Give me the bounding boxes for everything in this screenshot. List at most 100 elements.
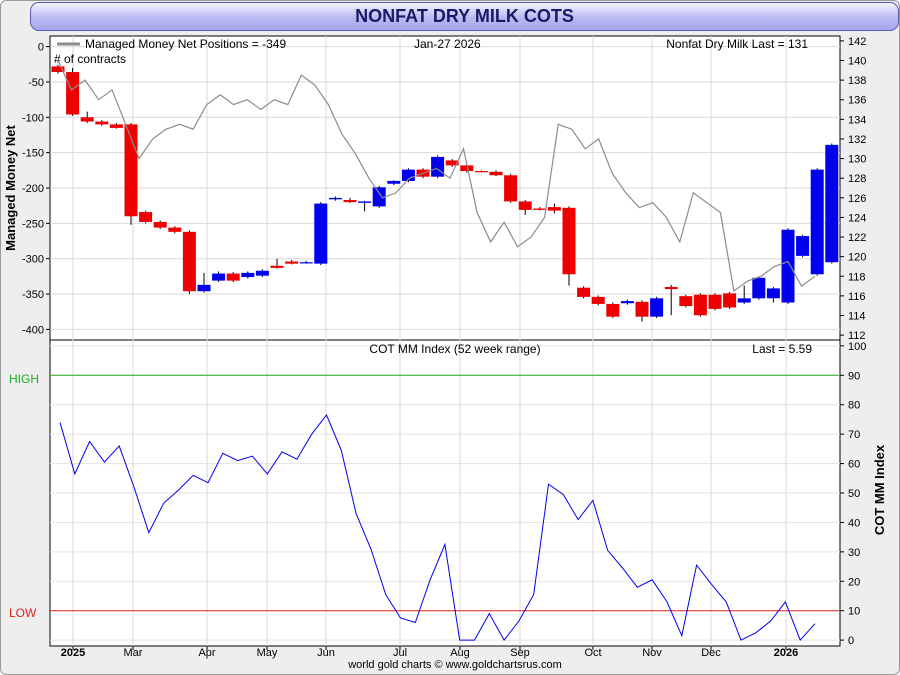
candle-body (197, 284, 211, 292)
y2-tick-label: 134 (848, 114, 866, 126)
y2-tick-label: 122 (848, 232, 866, 244)
x-tick-label: Jun (317, 647, 335, 659)
y2-tick-label: 138 (848, 75, 866, 87)
y2-tick-label: 114 (848, 310, 866, 322)
x-tick-label: Mar (124, 647, 143, 659)
x-tick-label: 2026 (774, 647, 798, 659)
candle-body (796, 236, 810, 256)
candle-body (635, 301, 649, 317)
y-tick-label: -100 (22, 112, 44, 124)
candle-body (577, 287, 591, 297)
candle-body (547, 207, 561, 211)
index-tick-label: 100 (848, 341, 866, 353)
x-tick-label: Sep (510, 647, 530, 659)
candle-body (518, 201, 532, 210)
y-tick-label: -400 (22, 324, 44, 336)
top-gridlines (50, 36, 840, 340)
candle-body (80, 117, 94, 122)
candle-body (679, 296, 693, 307)
candle-body (182, 231, 196, 292)
candle-body (504, 175, 518, 202)
y2-tick-label: 140 (848, 56, 866, 68)
y2-tick-label: 120 (848, 252, 866, 264)
index-tick-label: 70 (848, 429, 860, 441)
price-last-label: Nonfat Dry Milk Last = 131 (666, 37, 808, 51)
candle-body (620, 301, 634, 304)
candle-body (766, 288, 780, 299)
candle-body (591, 296, 605, 304)
index-tick-label: 40 (848, 517, 860, 529)
y2-tick-label: 128 (848, 173, 866, 185)
candle-body (752, 277, 766, 299)
y2-tick-label: 132 (848, 134, 866, 146)
y2-tick-label: 126 (848, 193, 866, 205)
y-tick-label: -300 (22, 254, 44, 266)
right-axis-bottom-ticks: 1009080706050403020100 (840, 341, 866, 647)
candle-body (723, 293, 737, 308)
x-tick-label: 2025 (61, 647, 85, 659)
candle-body (431, 156, 445, 177)
legend-label: Managed Money Net Positions = -349 (85, 37, 286, 51)
candle-body (562, 207, 576, 275)
y-tick-label: 0 (38, 42, 44, 54)
candle-body (474, 171, 488, 173)
credit-label: world gold charts © www.goldchartsrus.co… (347, 659, 562, 671)
plot-area (49, 35, 841, 647)
left-axis-ticks: 0 -50 -100 -150 -200 -250 -300 -350 -400 (22, 42, 50, 336)
y-tick-label: -150 (22, 148, 44, 160)
candle-body (650, 298, 664, 317)
y2-tick-label: 142 (848, 36, 866, 48)
candle-body (781, 229, 795, 303)
x-tick-label: Apr (198, 647, 215, 659)
candle-body (328, 197, 342, 200)
y-tick-label: -50 (28, 77, 44, 89)
index-title: COT MM Index (52 week range) (369, 342, 540, 356)
index-tick-label: 60 (848, 459, 860, 471)
candle-body (358, 201, 372, 203)
right-axis-top-ticks: 142 140 138 136 134 132 130 128 126 124 122 120 118 1… (840, 36, 866, 342)
y-axis-title-left: Managed Money Net (3, 124, 18, 250)
index-tick-label: 10 (848, 606, 860, 618)
index-tick-label: 0 (848, 635, 854, 647)
candle-body (489, 171, 503, 176)
low-label: LOW (9, 606, 37, 620)
candle-body (95, 121, 109, 125)
index-tick-label: 90 (848, 370, 860, 382)
index-tick-label: 30 (848, 547, 860, 559)
index-tick-label: 80 (848, 400, 860, 412)
date-label: Jan-27 2026 (414, 37, 481, 51)
y-tick-label: -200 (22, 183, 44, 195)
candle-body (606, 303, 620, 317)
candle-body (299, 262, 313, 264)
x-tick-label: Dec (701, 647, 721, 659)
candle-body (241, 272, 255, 278)
y-tick-label: -250 (22, 218, 44, 230)
x-axis-ticks: 2025 Mar Apr May Jun Jul Aug Sep Oct Nov Dec 2026 (61, 646, 798, 659)
candle-body (226, 273, 240, 281)
cot-chart: Managed Money Net Positions = -349 # of … (3, 35, 887, 671)
candle-body (153, 221, 167, 228)
x-tick-label: Jul (393, 647, 407, 659)
x-tick-label: Nov (642, 647, 662, 659)
y-tick-label: -350 (22, 289, 44, 301)
index-tick-label: 20 (848, 576, 860, 588)
index-last-label: Last = 5.59 (752, 342, 812, 356)
y2-tick-label: 136 (848, 95, 866, 107)
y2-tick-label: 118 (848, 271, 866, 283)
candle-body (109, 124, 123, 128)
candle-body (387, 180, 401, 184)
x-tick-label: May (257, 647, 278, 659)
candle-body (139, 212, 153, 222)
candle-body (708, 294, 722, 309)
y-axis-title-right: COT MM Index (872, 444, 887, 535)
high-label: HIGH (9, 372, 39, 386)
candle-body (343, 200, 357, 203)
x-tick-label: Oct (584, 647, 601, 659)
candle-body (737, 298, 751, 303)
candle-body (664, 286, 678, 290)
candle-body (270, 265, 284, 268)
candle-body (825, 144, 839, 263)
index-tick-label: 50 (848, 488, 860, 500)
y2-tick-label: 124 (848, 212, 866, 224)
candle-body (255, 270, 269, 276)
